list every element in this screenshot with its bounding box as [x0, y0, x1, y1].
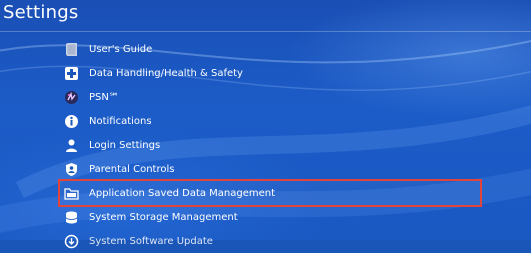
psn-icon [64, 90, 79, 105]
menu-item-login-settings[interactable]: Login Settings [60, 133, 480, 157]
menu-item-notifications[interactable]: Notifications [60, 109, 480, 133]
login-icon [64, 138, 79, 153]
menu-item-system-software-update[interactable]: System Software Update [60, 229, 480, 253]
menu-item-label: Application Saved Data Management [89, 187, 276, 199]
health-safety-icon [64, 66, 79, 81]
title-divider [0, 31, 531, 32]
menu-item-label: System Software Update [89, 235, 213, 247]
menu-item-label: Data Handling/Health & Safety [89, 67, 243, 79]
menu-item-label: System Storage Management [89, 211, 238, 223]
menu-item-users-guide[interactable]: User's Guide [60, 37, 480, 61]
update-icon [64, 234, 79, 249]
menu-item-parental-controls[interactable]: Parental Controls [60, 157, 480, 181]
parental-controls-icon [64, 162, 79, 177]
menu-item-psn[interactable]: PSN℠ [60, 85, 480, 109]
menu-item-data-handling[interactable]: Data Handling/Health & Safety [60, 61, 480, 85]
page-title: Settings [3, 2, 79, 23]
storage-icon [64, 210, 79, 225]
menu-item-application-saved-data-management[interactable]: Application Saved Data Management [58, 179, 482, 207]
folder-icon [64, 186, 79, 201]
menu-item-label: Parental Controls [89, 163, 175, 175]
menu-item-label: Login Settings [89, 139, 161, 151]
book-icon [64, 42, 79, 57]
settings-menu: User's Guide Data Handling/Health & Safe… [58, 37, 482, 253]
menu-item-label: PSN℠ [89, 91, 120, 103]
menu-item-system-storage-management[interactable]: System Storage Management [60, 205, 480, 229]
menu-item-label: User's Guide [89, 43, 153, 55]
menu-item-label: Notifications [89, 115, 152, 127]
info-icon [64, 114, 79, 129]
